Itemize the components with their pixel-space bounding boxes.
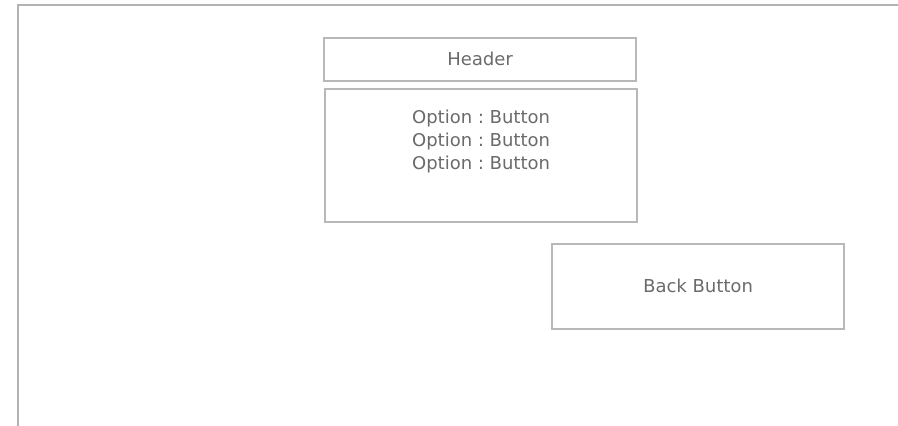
back-button[interactable]: Back Button: [551, 243, 845, 330]
option-button[interactable]: Button: [490, 153, 550, 174]
option-button[interactable]: Button: [490, 107, 550, 128]
option-separator: :: [477, 153, 490, 174]
option-separator: :: [477, 130, 490, 151]
option-row: Option : Button: [412, 129, 550, 152]
option-label: Option: [412, 130, 473, 151]
option-row: Option : Button: [412, 106, 550, 129]
header-title: Header: [447, 49, 513, 70]
option-label: Option: [412, 153, 473, 174]
option-button[interactable]: Button: [490, 130, 550, 151]
options-list: Option : Button Option : Button Option :…: [324, 88, 638, 223]
header-box: Header: [323, 37, 637, 82]
option-label: Option: [412, 107, 473, 128]
option-separator: :: [477, 107, 490, 128]
option-row: Option : Button: [412, 152, 550, 175]
back-button-label: Back Button: [643, 276, 753, 297]
